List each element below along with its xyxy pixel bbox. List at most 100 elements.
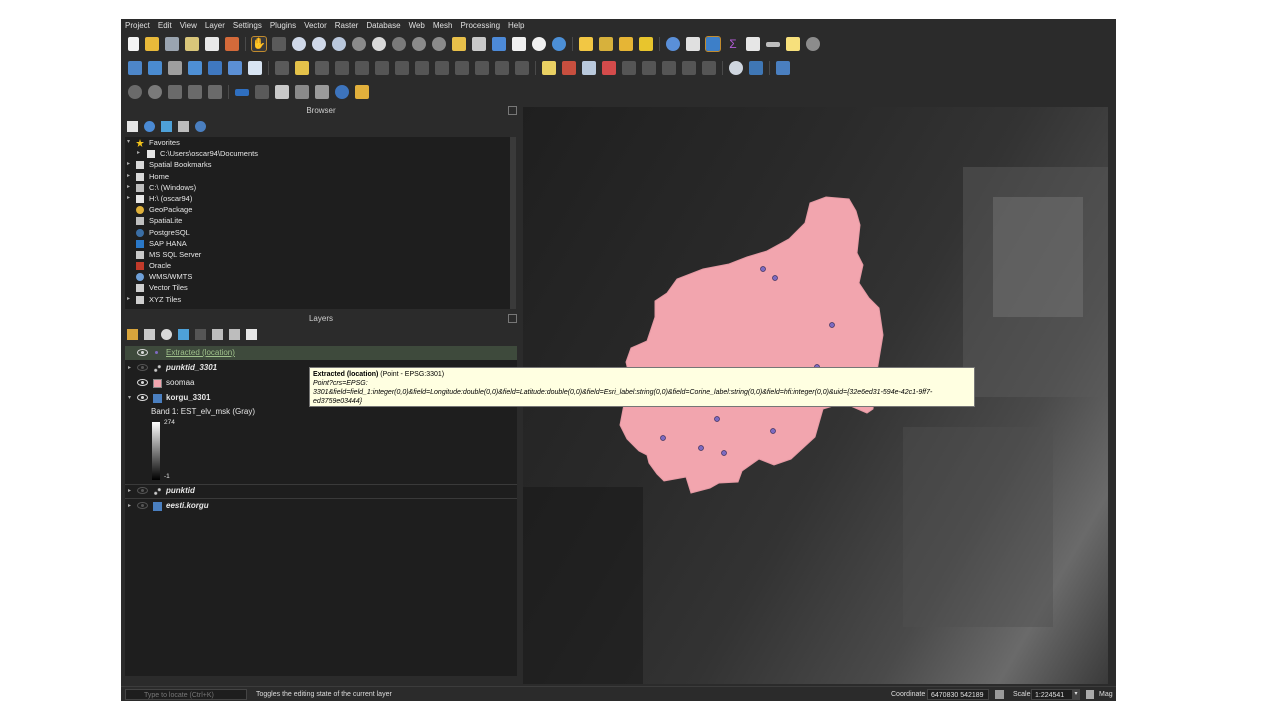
save-edits-icon[interactable] (315, 61, 329, 75)
expand-all-icon[interactable] (212, 329, 223, 340)
python-console-icon[interactable] (749, 61, 763, 75)
toggle-editing-pencil-icon[interactable] (295, 61, 309, 75)
show-bookmarks-icon[interactable] (512, 37, 526, 51)
temporal-controller-icon[interactable] (532, 37, 546, 51)
deselect-features-icon[interactable] (619, 37, 633, 51)
save-project-icon[interactable] (165, 37, 179, 51)
tree-item-postgresql[interactable]: PostgreSQL (125, 227, 511, 238)
menu-web[interactable]: Web (405, 19, 429, 33)
menu-layer[interactable]: Layer (201, 19, 229, 33)
expand-arrow-icon[interactable]: ▸ (127, 193, 133, 204)
plugin-globe-icon[interactable] (729, 61, 743, 75)
measure-line-icon[interactable] (766, 41, 780, 47)
cut-features-icon[interactable] (435, 61, 449, 75)
zoom-last-icon[interactable] (412, 37, 426, 51)
map-point[interactable] (698, 445, 704, 451)
browser-scrollbar[interactable] (510, 137, 516, 309)
print-layout-icon[interactable] (205, 37, 219, 51)
grid-nodes-icon[interactable] (295, 85, 309, 99)
coordinate-field[interactable]: 6470830 542189 (927, 689, 989, 700)
tree-item-documents-folder[interactable]: ▸ C:\Users\oscar94\Documents (125, 148, 511, 159)
tree-item-mssql[interactable]: MS SQL Server (125, 249, 511, 260)
zoom-in-icon[interactable] (292, 37, 306, 51)
menu-raster[interactable]: Raster (331, 19, 363, 33)
new-point-layer-icon[interactable] (168, 61, 182, 75)
add-vector-layer-icon[interactable] (148, 61, 162, 75)
data-source-manager-icon[interactable] (128, 61, 142, 75)
menu-vector[interactable]: Vector (300, 19, 331, 33)
zoom-out-icon[interactable] (312, 37, 326, 51)
expand-arrow-icon[interactable]: ▸ (127, 159, 133, 170)
filter-icon[interactable] (161, 121, 172, 132)
tree-item-vector-tiles[interactable]: Vector Tiles (125, 282, 511, 293)
expand-arrow-icon[interactable]: ▸ (137, 148, 143, 159)
map-point[interactable] (770, 428, 776, 434)
open-attribute-table-icon[interactable] (599, 37, 613, 51)
menu-plugins[interactable]: Plugins (266, 19, 300, 33)
label-toolbar-icon[interactable] (542, 61, 556, 75)
expand-arrow-icon[interactable]: ▸ (127, 182, 133, 193)
new-map-view-icon[interactable] (452, 37, 466, 51)
menu-project[interactable]: Project (121, 19, 154, 33)
measure-area-icon[interactable] (148, 85, 162, 99)
expand-arrow-icon[interactable]: ▸ (128, 499, 131, 513)
crosshair-icon[interactable] (255, 85, 269, 99)
filter-legend-icon[interactable] (178, 329, 189, 340)
show-hide-labels-icon[interactable] (682, 61, 696, 75)
annotation-icon[interactable] (208, 85, 222, 99)
measure-angle-icon[interactable] (168, 85, 182, 99)
help-icon[interactable] (776, 61, 790, 75)
add-layer-icon[interactable] (127, 121, 138, 132)
tree-item-oracle[interactable]: Oracle (125, 260, 511, 271)
georeferencer-icon[interactable] (128, 85, 142, 99)
new-bookmark-icon[interactable] (492, 37, 506, 51)
menu-help[interactable]: Help (504, 19, 528, 33)
soomaa-polygon[interactable] (619, 196, 884, 494)
tree-item-spatialite[interactable]: SpatiaLite (125, 215, 511, 226)
new-line-layer-icon[interactable] (188, 61, 202, 75)
pointer-icon[interactable] (315, 85, 329, 99)
map-point[interactable] (660, 435, 666, 441)
label-style-icon[interactable] (562, 61, 576, 75)
visibility-eye-icon[interactable] (137, 487, 148, 494)
expand-arrow-icon[interactable]: ▸ (128, 484, 131, 498)
visibility-eye-icon[interactable] (137, 379, 148, 386)
collapse-all-icon[interactable] (178, 121, 189, 132)
magnifier-icon[interactable] (806, 37, 820, 51)
remove-layer-icon[interactable] (246, 329, 257, 340)
manage-visibility-eye-icon[interactable] (161, 329, 172, 340)
panel-float-icon[interactable] (508, 314, 517, 323)
add-wms-icon[interactable] (248, 61, 262, 75)
tree-item-xyz-tiles[interactable]: ▸ XYZ Tiles (125, 294, 511, 305)
toolbox-gear-icon[interactable] (705, 36, 721, 52)
move-label-icon[interactable] (622, 61, 636, 75)
rotate-label-icon[interactable] (642, 61, 656, 75)
layer-row-extracted-location[interactable]: Extracted (location) (125, 346, 517, 360)
map-point[interactable] (772, 275, 778, 281)
expand-arrow-icon[interactable]: ▾ (127, 137, 133, 148)
expand-arrow-icon[interactable]: ▾ (128, 391, 131, 405)
about-info-icon[interactable] (335, 85, 349, 99)
zoom-next-icon[interactable] (432, 37, 446, 51)
menu-settings[interactable]: Settings (229, 19, 266, 33)
menu-database[interactable]: Database (362, 19, 404, 33)
scale-field[interactable]: 1:224541 (1031, 689, 1073, 700)
open-project-icon[interactable] (145, 37, 159, 51)
zoom-full-icon[interactable] (332, 37, 346, 51)
new-polygon-layer-icon[interactable] (208, 61, 222, 75)
highlight-labels-icon[interactable] (602, 61, 616, 75)
tree-item-sap-hana[interactable]: SAP HANA (125, 238, 511, 249)
map-point[interactable] (714, 416, 720, 422)
map-point[interactable] (721, 450, 727, 456)
change-label-icon[interactable] (662, 61, 676, 75)
expand-arrow-icon[interactable]: ▸ (127, 294, 133, 305)
spatial-bookmark-icon[interactable] (188, 85, 202, 99)
map-point[interactable] (829, 322, 835, 328)
toggle-extents-icon[interactable] (995, 690, 1004, 699)
new-project-icon[interactable] (128, 37, 139, 51)
expand-arrow-icon[interactable]: ▸ (127, 171, 133, 182)
visibility-eye-icon[interactable] (137, 364, 148, 371)
panel-float-icon[interactable] (508, 106, 517, 115)
undo-icon[interactable] (495, 61, 509, 75)
identify-features-icon[interactable] (579, 37, 593, 51)
